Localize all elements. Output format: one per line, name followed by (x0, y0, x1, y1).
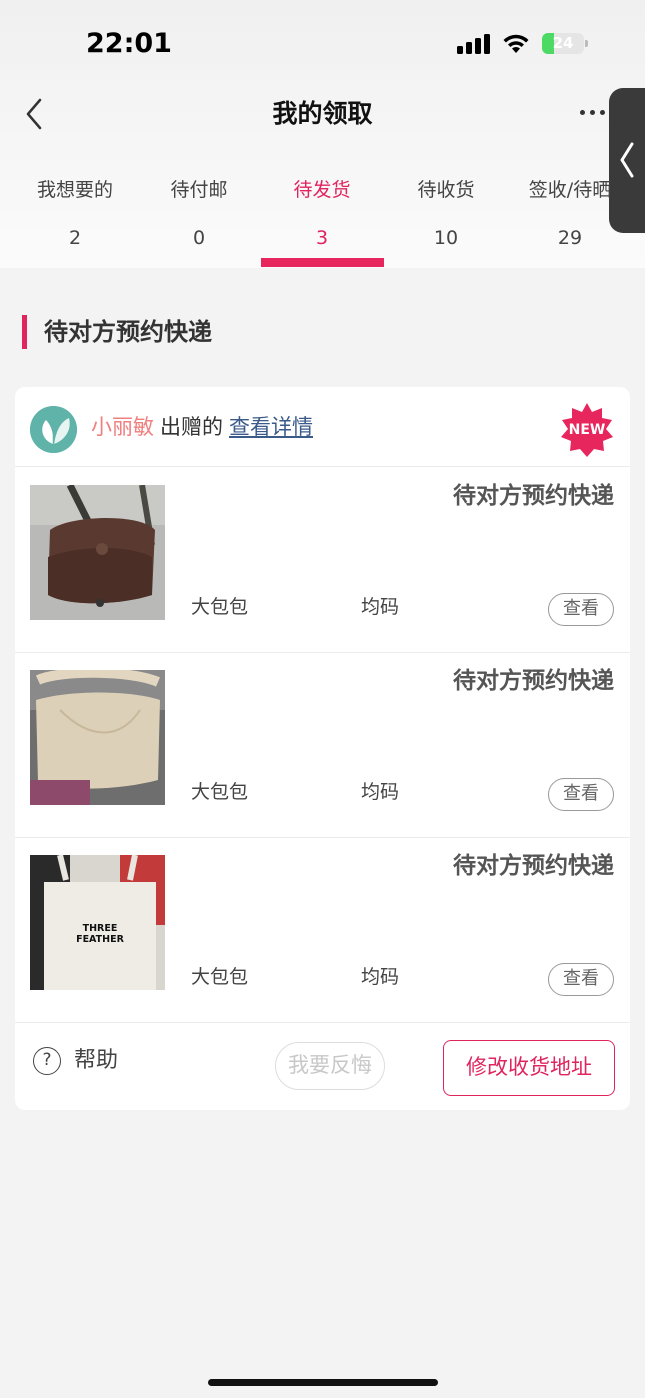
item-status: 待对方预约快递 (453, 483, 614, 509)
item-size: 均码 (361, 966, 400, 988)
tab-label: 待收货 (417, 179, 475, 201)
help-label[interactable]: 帮助 (74, 1043, 118, 1079)
leaf-logo-icon (30, 406, 77, 453)
tab-label: 我想要的 (36, 179, 113, 201)
item-status: 待对方预约快递 (453, 853, 614, 879)
home-indicator (208, 1379, 438, 1386)
view-details-link[interactable]: 查看详情 (229, 415, 313, 439)
item-thumbnail[interactable]: THREE FEATHER (30, 855, 165, 990)
item-name: 大包包 (191, 781, 249, 803)
item-status: 待对方预约快递 (453, 668, 614, 694)
tab-count: 2 (68, 227, 82, 249)
battery-level: 24 (552, 34, 574, 52)
tab-count: 29 (557, 227, 583, 249)
item-name: 大包包 (191, 966, 249, 988)
section-title: 待对方预约快递 (44, 318, 212, 346)
item-name: 大包包 (191, 596, 249, 618)
brown-bag-image (30, 485, 165, 620)
giver-suffix: 出赠的 (160, 415, 223, 439)
new-badge-text: NEW (568, 422, 606, 438)
giver-name[interactable]: 小丽敏 (91, 415, 154, 439)
item-size: 均码 (361, 596, 400, 618)
item-thumbnail[interactable] (30, 485, 165, 620)
regret-button[interactable]: 我要反悔 (275, 1042, 385, 1090)
tab-pending-receipt[interactable]: 待收货 10 (384, 170, 508, 266)
tote-print-line2: FEATHER (76, 934, 125, 945)
item-size: 均码 (361, 781, 400, 803)
list-item[interactable]: THREE FEATHER 待对方预约快递 大包包 均码 查看 (15, 838, 630, 1023)
page-title: 我的领取 (272, 99, 373, 128)
list-item[interactable]: 待对方预约快递 大包包 均码 查看 (15, 468, 630, 653)
card-header: 小丽敏 出赠的 查看详情 NEW (15, 387, 630, 467)
tab-pending-shipment[interactable]: 待发货 3 (260, 170, 384, 266)
new-badge: NEW (558, 401, 616, 459)
battery-icon: 24 (542, 33, 584, 54)
tab-count: 10 (433, 227, 459, 249)
status-tabs: 我想要的 2 待付邮 0 待发货 3 待收货 10 签收/待晒 29 (0, 170, 645, 268)
tab-label: 待发货 (293, 179, 351, 201)
avatar[interactable] (30, 406, 77, 453)
card-footer: ? 帮助 我要反悔 修改收货地址 (15, 1024, 630, 1110)
status-time: 22:01 (86, 28, 172, 59)
more-options-icon[interactable] (580, 110, 606, 116)
active-tab-indicator (261, 258, 384, 267)
item-thumbnail[interactable] (30, 670, 165, 805)
view-button[interactable]: 查看 (548, 778, 614, 811)
wifi-icon (503, 34, 529, 53)
view-button[interactable]: 查看 (548, 593, 614, 626)
tab-signed-share[interactable]: 签收/待晒 29 (508, 170, 632, 266)
section-accent-bar (22, 315, 27, 349)
order-card: 小丽敏 出赠的 查看详情 NEW 待对方预约快递 大包包 均码 查看 待对方预约… (15, 387, 630, 1110)
help-icon[interactable]: ? (33, 1047, 61, 1075)
tab-pending-postage[interactable]: 待付邮 0 (137, 170, 261, 266)
giver-line: 小丽敏 出赠的 查看详情 (91, 408, 313, 446)
change-address-button[interactable]: 修改收货地址 (443, 1040, 615, 1096)
tab-count: 0 (192, 227, 206, 249)
view-button[interactable]: 查看 (548, 963, 614, 996)
tab-label: 签收/待晒 (528, 179, 612, 201)
list-item[interactable]: 待对方预约快递 大包包 均码 查看 (15, 653, 630, 838)
tab-wanted[interactable]: 我想要的 2 (13, 170, 137, 266)
tote-print-line1: THREE (83, 923, 118, 934)
white-tote-image: THREE FEATHER (30, 855, 165, 990)
tab-label: 待付邮 (170, 179, 228, 201)
beige-bag-image (30, 670, 165, 805)
cellular-signal-icon (457, 34, 491, 54)
